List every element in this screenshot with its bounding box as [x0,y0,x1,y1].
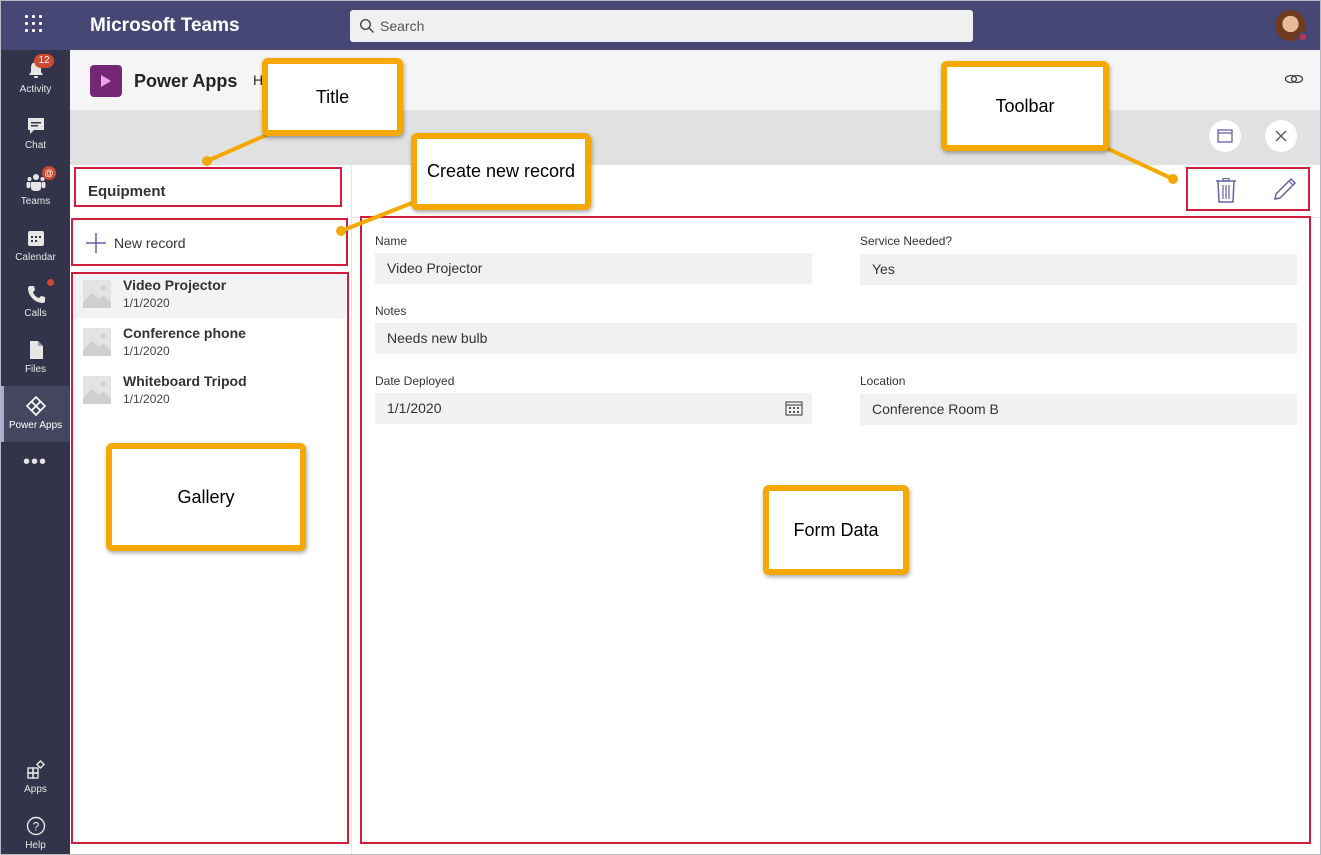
rail-label: Help [25,840,46,851]
left-app-rail: 12 Activity Chat @ Teams Calendar Calls … [1,50,70,854]
app-name: Power Apps [134,71,238,91]
search-box[interactable]: Search [350,10,973,42]
rail-label: Power Apps [8,420,63,431]
rail-label: Chat [24,140,47,151]
rail-item-teams[interactable]: @ Teams [1,162,70,218]
rail-label: Calendar [15,252,56,263]
app-header: Power Apps H [70,50,1320,110]
calendar-icon [28,231,44,246]
rail-item-activity[interactable]: 12 Activity [1,50,70,106]
teams-window: Microsoft Teams Search 12 Activity Chat … [0,0,1321,855]
teams-title-bar: Microsoft Teams Search [1,1,1320,50]
search-icon [359,18,374,33]
power-apps-icon [26,396,46,416]
app-launcher-icon[interactable] [25,15,47,37]
rail-item-calendar[interactable]: Calendar [1,218,70,274]
rail-item-apps[interactable]: Apps [1,750,70,806]
popout-button[interactable] [1209,120,1241,152]
more-apps-icon[interactable]: ••• [23,452,49,472]
form-data-callout: Form Data [763,485,909,575]
rail-label: Calls [24,308,47,319]
search-placeholder: Search [380,18,425,34]
rail-item-help[interactable]: ? Help [1,806,70,854]
toolbar-callout: Toolbar [941,61,1109,151]
rail-label: Apps [24,784,47,795]
title-highlight-box [74,167,342,207]
power-apps-logo-icon [101,75,111,87]
rail-item-chat[interactable]: Chat [1,106,70,162]
presence-status-icon [1298,32,1308,42]
activity-badge: 12 [34,54,54,68]
mention-badge: @ [42,166,56,180]
close-icon [1275,130,1287,142]
rail-item-power-apps[interactable]: Power Apps [1,386,70,442]
create-new-record-callout: Create new record [411,133,591,210]
apps-icon [27,760,46,779]
title-callout: Title [262,58,403,136]
phone-icon [28,286,45,303]
rail-item-calls[interactable]: Calls [1,274,70,330]
app-action-band [70,110,1320,165]
rail-label: Teams [20,196,51,207]
svg-text:?: ? [33,820,40,834]
link-icon[interactable] [1284,71,1304,87]
rail-item-files[interactable]: Files [1,330,70,386]
gallery-highlight-box [71,272,349,844]
gallery-callout: Gallery [106,443,306,551]
file-icon [30,341,43,359]
toolbar-highlight-box [1186,167,1310,211]
popout-icon [1217,129,1233,143]
chat-icon [28,118,44,134]
calls-indicator-dot [47,279,54,286]
pane-divider [351,165,352,854]
app-title: Microsoft Teams [90,15,240,36]
help-icon: ? [26,816,46,836]
rail-label: Activity [19,84,52,95]
close-button[interactable] [1265,120,1297,152]
rail-label: Files [24,364,47,375]
new-record-highlight-box [71,218,348,266]
power-apps-logo [90,65,122,97]
